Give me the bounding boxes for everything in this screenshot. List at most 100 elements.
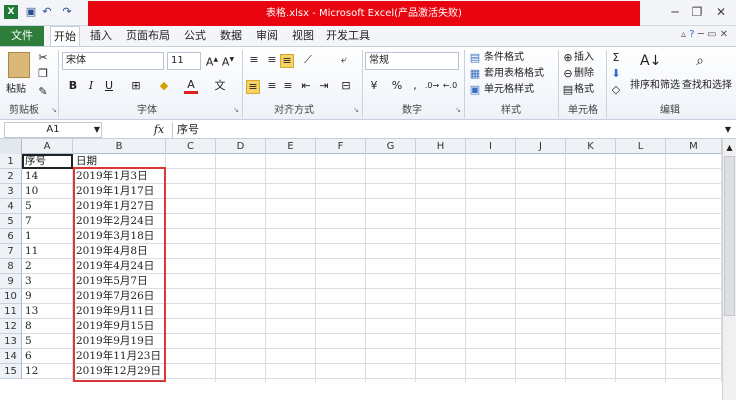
tab-developer[interactable]: 开发工具 — [324, 26, 372, 46]
underline-button[interactable]: U — [102, 78, 116, 94]
cell-serial-number[interactable]: 2 — [22, 259, 73, 274]
cell-serial-number[interactable]: 10 — [22, 184, 73, 199]
tab-file[interactable]: 文件 — [0, 26, 44, 46]
restore-button[interactable]: ❐ — [686, 3, 708, 21]
row-header[interactable]: 4 — [0, 199, 22, 214]
find-select-icon[interactable]: ⌕ — [690, 50, 710, 72]
insert-function-button[interactable]: fx — [150, 122, 168, 138]
sort-filter-icon[interactable]: A↓ — [640, 50, 661, 72]
row-header[interactable]: 1 — [0, 154, 22, 169]
borders-icon[interactable]: ⊞ — [128, 78, 144, 94]
row-header[interactable]: 14 — [0, 349, 22, 364]
align-bottom-icon[interactable]: ≡ — [280, 54, 294, 68]
tab-insert[interactable]: 插入 — [86, 26, 116, 46]
column-header-g[interactable]: G — [366, 139, 416, 154]
save-icon[interactable]: ▣ — [24, 5, 38, 19]
column-header-b[interactable]: B — [73, 139, 166, 154]
minimize-button[interactable]: ─ — [664, 3, 686, 21]
tab-home[interactable]: 开始 — [50, 26, 80, 46]
font-size-combo[interactable]: 11 — [167, 52, 201, 70]
tab-view[interactable]: 视图 — [288, 26, 318, 46]
alignment-launcher-icon[interactable]: ↘ — [352, 106, 360, 114]
cell-serial-number[interactable]: 9 — [22, 289, 73, 304]
font-launcher-icon[interactable]: ↘ — [232, 106, 240, 114]
row-header[interactable]: 8 — [0, 259, 22, 274]
number-launcher-icon[interactable]: ↘ — [454, 106, 462, 114]
cell-serial-number[interactable]: 1 — [22, 229, 73, 244]
column-header-f[interactable]: F — [316, 139, 366, 154]
cell-serial-number[interactable]: 3 — [22, 274, 73, 289]
column-header-d[interactable]: D — [216, 139, 266, 154]
sort-filter-button[interactable]: 排序和筛选 — [630, 76, 680, 91]
cell-styles-icon[interactable]: ▣ — [468, 82, 482, 98]
cell-serial-number[interactable]: 12 — [22, 364, 73, 379]
conditional-format-button[interactable]: 条件格式 — [484, 50, 524, 66]
row-header[interactable]: 15 — [0, 364, 22, 379]
conditional-format-icon[interactable]: ▤ — [468, 50, 482, 66]
percent-button[interactable]: % — [390, 78, 404, 94]
column-header-j[interactable]: J — [516, 139, 566, 154]
delete-cells-button[interactable]: 删除 — [574, 66, 594, 82]
row-header[interactable]: 11 — [0, 304, 22, 319]
tab-formulas[interactable]: 公式 — [180, 26, 210, 46]
cell-serial-number[interactable]: 14 — [22, 169, 73, 184]
workbook-minimize-icon[interactable]: ─ — [698, 29, 704, 40]
align-middle-icon[interactable]: ≡ — [264, 52, 280, 68]
name-box[interactable]: A1 — [4, 122, 102, 138]
name-box-dropdown-icon[interactable]: ▼ — [92, 122, 102, 138]
undo-icon[interactable]: ↶ — [40, 5, 54, 19]
format-cells-icon[interactable]: ▤ — [562, 82, 574, 98]
align-right-icon[interactable]: ≡ — [280, 78, 296, 94]
tab-data[interactable]: 数据 — [216, 26, 246, 46]
cell-serial-number[interactable]: 11 — [22, 244, 73, 259]
column-header-i[interactable]: I — [466, 139, 516, 154]
cell-serial-number[interactable]: 5 — [22, 199, 73, 214]
column-header-m[interactable]: M — [666, 139, 722, 154]
paste-label[interactable]: 粘贴 — [6, 80, 26, 95]
workbook-restore-icon[interactable]: ▭ — [707, 29, 716, 40]
help-icon[interactable]: ? — [689, 29, 694, 40]
row-header[interactable]: 12 — [0, 319, 22, 334]
scrollbar-thumb[interactable] — [724, 156, 735, 316]
autosum-icon[interactable]: Σ — [610, 50, 622, 66]
redo-icon[interactable]: ↷ — [60, 5, 74, 19]
italic-button[interactable]: I — [84, 78, 98, 94]
cut-icon[interactable]: ✂ — [36, 50, 50, 66]
merge-center-icon[interactable]: ⊟ — [338, 78, 354, 94]
format-as-table-icon[interactable]: ▦ — [468, 66, 482, 82]
phonetic-icon[interactable]: 文 — [212, 78, 228, 94]
column-header-k[interactable]: K — [566, 139, 616, 154]
align-center-icon[interactable]: ≡ — [264, 78, 280, 94]
clear-icon[interactable]: ◇ — [610, 82, 622, 98]
column-header-h[interactable]: H — [416, 139, 466, 154]
fill-color-icon[interactable]: ◆ — [156, 78, 172, 94]
grow-font-icon[interactable]: A▲ — [205, 52, 219, 71]
column-header-l[interactable]: L — [616, 139, 666, 154]
align-top-icon[interactable]: ≡ — [246, 52, 262, 68]
row-header[interactable]: 7 — [0, 244, 22, 259]
insert-cells-icon[interactable]: ⊕ — [562, 50, 574, 66]
bold-button[interactable]: B — [66, 78, 80, 94]
tab-page-layout[interactable]: 页面布局 — [124, 26, 172, 46]
format-painter-icon[interactable]: ✎ — [36, 84, 50, 100]
wrap-text-icon[interactable]: ⤶ — [336, 52, 352, 68]
orientation-icon[interactable]: ⟋ — [300, 52, 316, 68]
comma-button[interactable]: , — [408, 78, 422, 94]
fill-icon[interactable]: ⬇ — [610, 66, 622, 82]
find-select-button[interactable]: 查找和选择 — [682, 76, 732, 91]
number-format-combo[interactable]: 常规 — [365, 52, 459, 70]
column-header-c[interactable]: C — [166, 139, 216, 154]
cell-styles-button[interactable]: 单元格样式 — [484, 82, 534, 98]
expand-formula-icon[interactable]: ▼ — [722, 122, 734, 138]
decrease-decimal-icon[interactable]: ←.0 — [442, 78, 458, 94]
insert-cells-button[interactable]: 插入 — [574, 50, 594, 66]
row-header[interactable]: 6 — [0, 229, 22, 244]
close-button[interactable]: ✕ — [710, 3, 732, 21]
column-header-e[interactable]: E — [266, 139, 316, 154]
format-cells-button[interactable]: 格式 — [574, 82, 594, 98]
row-header[interactable]: 2 — [0, 169, 22, 184]
delete-cells-icon[interactable]: ⊖ — [562, 66, 574, 82]
select-all-button[interactable] — [0, 139, 22, 154]
copy-icon[interactable]: ❐ — [36, 66, 50, 82]
scroll-up-icon[interactable]: ▲ — [723, 140, 736, 156]
